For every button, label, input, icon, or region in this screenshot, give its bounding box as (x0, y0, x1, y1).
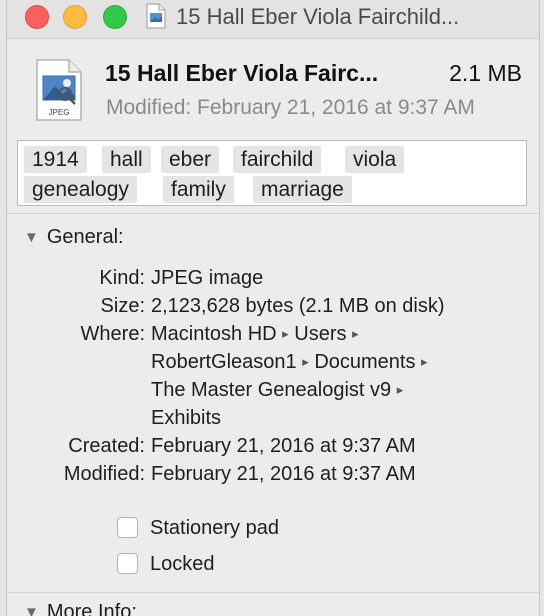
tag[interactable]: eber (161, 146, 220, 173)
path-separator-icon: ▸ (396, 382, 404, 397)
general-heading: General: (46, 226, 124, 248)
tag[interactable]: family (163, 176, 234, 203)
where-row: Where: Macintosh HD ▸ Users ▸ (7, 320, 539, 348)
size-row: Size: 2,123,628 bytes (2.1 MB on disk) (7, 292, 539, 320)
path-component: Documents (314, 351, 416, 373)
stationery-pad-checkbox[interactable] (117, 517, 138, 538)
window-title: 15 Hall Eber Viola Fairchild... (176, 4, 460, 29)
zoom-button[interactable] (103, 5, 127, 29)
path-separator-icon: ▸ (282, 326, 289, 341)
info-window: 15 Hall Eber Viola Fairchild... JPEG 15 … (6, 0, 540, 616)
path-component: The Master Genealogist v9 (151, 379, 392, 401)
modified-row: Modified: February 21, 2016 at 9:37 AM (7, 460, 539, 488)
tag[interactable]: viola (345, 146, 405, 173)
where-label: Where: (80, 323, 145, 345)
created-row: Created: February 21, 2016 at 9:37 AM (7, 432, 539, 460)
path-separator-icon: ▸ (302, 354, 309, 369)
path-component: Macintosh HD (151, 323, 277, 345)
file-name: 15 Hall Eber Viola Fairc... (105, 60, 379, 86)
modified-label: Modified: (63, 463, 145, 485)
size-value: 2,123,628 bytes (2.1 MB on disk) (151, 295, 445, 317)
created-value: February 21, 2016 at 9:37 AM (151, 435, 416, 457)
where-path-line: Macintosh HD ▸ Users ▸ (151, 320, 359, 348)
tag[interactable]: 1914 (24, 146, 87, 173)
path-component: RobertGleason1 (151, 351, 297, 373)
where-path-line: The Master Genealogist v9 ▸ (151, 376, 403, 404)
locked-option[interactable]: Locked (117, 550, 215, 578)
modified-summary: Modified: February 21, 2016 at 9:37 AM (106, 96, 475, 119)
more-info-section-toggle[interactable]: ▼ More Info: (24, 599, 137, 616)
jpeg-file-icon (146, 3, 166, 29)
file-size: 2.1 MB (449, 60, 522, 86)
modified-value: February 21, 2016 at 9:37 AM (151, 463, 416, 485)
tags-field[interactable]: 1914 hall eber fairchild viola genealogy… (17, 140, 527, 206)
kind-value: JPEG image (151, 267, 264, 289)
section-divider (7, 213, 539, 214)
path-component: Users (294, 323, 347, 345)
kind-label: Kind: (99, 267, 145, 289)
section-divider (7, 592, 539, 593)
where-path-line: RobertGleason1 ▸ Documents ▸ (151, 348, 428, 376)
path-component: Exhibits (151, 407, 222, 429)
path-separator-icon: ▸ (352, 326, 359, 341)
jpeg-file-icon: JPEG (36, 59, 82, 121)
path-separator-icon: ▸ (421, 354, 428, 369)
more-info-heading: More Info: (46, 601, 137, 616)
tag[interactable]: genealogy (24, 176, 137, 203)
size-label: Size: (100, 295, 145, 317)
tag[interactable]: hall (102, 146, 151, 173)
where-path-line: Exhibits (151, 404, 221, 432)
tag[interactable]: fairchild (233, 146, 322, 173)
created-label: Created: (68, 435, 145, 457)
stationery-pad-label: Stationery pad (150, 517, 279, 539)
disclosure-triangle-icon[interactable]: ▼ (24, 225, 39, 251)
icon-caption: JPEG (49, 108, 70, 117)
locked-label: Locked (150, 553, 215, 575)
minimize-button[interactable] (63, 5, 87, 29)
locked-checkbox[interactable] (117, 553, 138, 574)
stationery-pad-option[interactable]: Stationery pad (117, 514, 279, 542)
kind-row: Kind: JPEG image (7, 264, 539, 292)
title-bar[interactable]: 15 Hall Eber Viola Fairchild... (7, 0, 539, 39)
general-section-toggle[interactable]: ▼ General: (24, 224, 124, 251)
disclosure-triangle-icon[interactable]: ▼ (24, 600, 39, 616)
tag[interactable]: marriage (253, 176, 352, 203)
close-button[interactable] (25, 5, 49, 29)
